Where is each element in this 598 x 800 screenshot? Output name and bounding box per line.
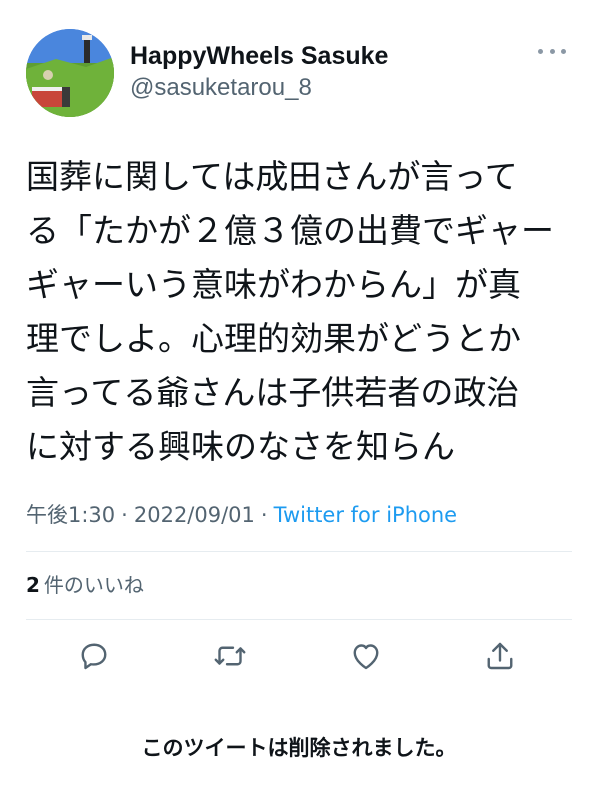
deleted-notice: このツイートは削除されました。 <box>141 736 457 760</box>
divider <box>26 551 572 552</box>
tweet-date: 2022/09/01 <box>133 503 255 527</box>
tweet-text: 国葬に関しては成田さんが言って る「たかが２億３億の出費でギャー ギャーいう意味… <box>26 157 554 466</box>
dot <box>549 48 555 54</box>
user-names: HappyWheels Sasuke @sasuketarou_8 <box>130 41 388 103</box>
avatar[interactable] <box>26 29 114 117</box>
reply-bubble-icon <box>81 643 107 670</box>
tweet-meta: 午後1:30 · 2022/09/01 · Twitter for iPhone <box>26 498 457 532</box>
likes-label: 件のいいね <box>43 573 144 597</box>
tweet-header: HappyWheels Sasuke @sasuketarou_8 <box>26 27 572 119</box>
like-button[interactable] <box>348 638 384 674</box>
game-scene-avatar-icon <box>26 29 114 117</box>
reply-button[interactable] <box>76 638 112 674</box>
tweet-source-link[interactable]: Twitter for iPhone <box>274 503 458 527</box>
heart-icon <box>353 644 379 670</box>
retweet-icon <box>214 646 246 666</box>
divider <box>26 619 572 620</box>
share-button[interactable] <box>482 638 518 674</box>
meta-separator: · <box>260 503 268 527</box>
dot <box>561 48 566 54</box>
likes-summary[interactable]: 2 件のいいね <box>26 568 144 602</box>
share-upload-icon <box>487 642 513 670</box>
likes-count: 2 <box>26 573 40 597</box>
action-bar <box>26 632 572 680</box>
user-handle[interactable]: @sasuketarou_8 <box>130 73 388 103</box>
dot <box>538 48 543 54</box>
retweet-button[interactable] <box>212 638 248 674</box>
tweet-time: 午後1:30 <box>26 503 116 527</box>
meta-separator: · <box>121 503 128 527</box>
more-dots-icon[interactable] <box>538 45 566 57</box>
display-name[interactable]: HappyWheels Sasuke <box>130 41 388 71</box>
